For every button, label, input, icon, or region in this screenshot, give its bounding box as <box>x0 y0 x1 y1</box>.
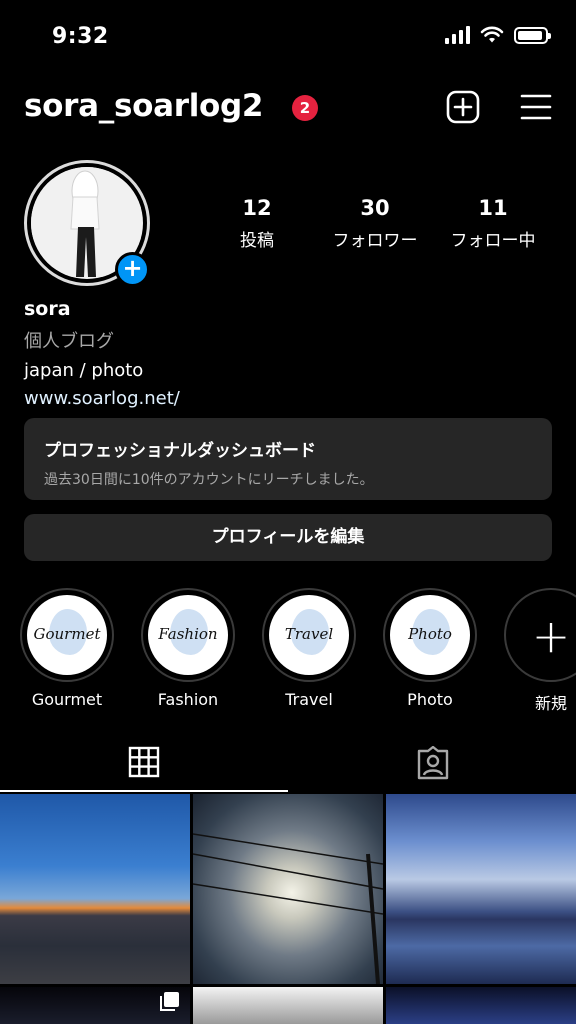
wifi-icon <box>480 26 504 43</box>
display-name: sora <box>24 298 71 320</box>
website-link[interactable]: www.soarlog.net/ <box>24 388 180 409</box>
highlight-cover: Photo <box>390 595 470 675</box>
post-thumbnail[interactable] <box>386 794 576 984</box>
highlight-fashion[interactable]: Fashion Fashion <box>141 588 235 709</box>
post-thumbnail[interactable] <box>0 794 190 984</box>
plus-icon: + <box>531 609 571 663</box>
highlight-cover: Travel <box>269 595 349 675</box>
profile-tabs <box>0 736 576 792</box>
battery-icon <box>514 26 551 44</box>
status-icons <box>445 26 551 44</box>
bio-text: japan / photo <box>24 360 144 381</box>
highlight-cover: Fashion <box>148 595 228 675</box>
profile-bio: sora 個人ブログ japan / photo www.soarlog.net… <box>24 298 180 409</box>
dashboard-title: プロフェッショナルダッシュボード <box>44 441 316 461</box>
profile-header: sora_soarlog2 2 <box>24 86 552 130</box>
cellular-signal-icon <box>445 26 470 44</box>
highlight-ring: Travel <box>262 588 356 682</box>
highlight-ring: Fashion <box>141 588 235 682</box>
hamburger-menu-icon[interactable] <box>520 92 552 122</box>
dashboard-subtitle: 過去30日間に10件のアカウントにリーチしました。 <box>44 472 374 488</box>
grid-icon <box>128 746 160 778</box>
highlight-cover: Gourmet <box>27 595 107 675</box>
stat-following[interactable]: 11 フォロー中 <box>433 196 553 251</box>
tab-tagged[interactable] <box>288 736 576 792</box>
status-bar: 9:32 <box>0 0 576 72</box>
edit-profile-button[interactable]: プロフィールを編集 <box>24 514 552 561</box>
highlight-gourmet[interactable]: Gourmet Gourmet <box>20 588 114 709</box>
highlight-ring: Photo <box>383 588 477 682</box>
stat-followers-count: 30 <box>360 196 390 220</box>
power-lines-image <box>193 833 383 984</box>
stat-followers[interactable]: 30 フォロワー <box>315 196 435 251</box>
new-highlight-ring: + <box>504 588 576 682</box>
highlight-label: Photo <box>407 690 453 709</box>
stat-posts[interactable]: 12 投稿 <box>197 196 317 251</box>
post-thumbnail[interactable] <box>0 987 190 1024</box>
username-title[interactable]: sora_soarlog2 <box>24 88 264 124</box>
stat-followers-label: フォロワー <box>332 231 418 251</box>
post-thumbnail[interactable] <box>386 987 576 1024</box>
highlight-label: 新規 <box>534 694 567 713</box>
status-time: 9:32 <box>52 24 109 49</box>
highlight-script-text: Photo <box>408 625 452 643</box>
stat-posts-count: 12 <box>242 196 272 220</box>
highlight-new[interactable]: + 新規 <box>504 588 576 714</box>
highlight-label: Travel <box>285 690 333 709</box>
highlight-travel[interactable]: Travel Travel <box>262 588 356 709</box>
stat-posts-label: 投稿 <box>240 231 274 251</box>
highlight-script-text: Fashion <box>158 625 218 643</box>
stat-following-count: 11 <box>478 196 508 220</box>
tab-posts-grid[interactable] <box>0 736 288 792</box>
highlight-script-text: Travel <box>284 625 334 643</box>
notification-badge[interactable]: 2 <box>292 95 318 121</box>
highlight-label: Fashion <box>157 690 219 709</box>
add-story-button[interactable]: + <box>115 252 150 287</box>
professional-dashboard-card[interactable]: プロフェッショナルダッシュボード 過去30日間に10件のアカウントにリーチしまし… <box>24 418 552 500</box>
carousel-icon <box>160 992 179 1011</box>
profile-category: 個人ブログ <box>24 331 114 352</box>
highlight-label: Gourmet <box>31 690 103 709</box>
highlight-script-text: Gourmet <box>33 625 101 643</box>
post-thumbnail[interactable] <box>193 794 383 984</box>
highlight-photo[interactable]: Photo Photo <box>383 588 477 709</box>
stat-following-label: フォロー中 <box>450 231 536 251</box>
post-thumbnail[interactable] <box>193 987 383 1024</box>
plus-square-icon[interactable] <box>446 90 480 124</box>
posts-grid <box>0 794 576 1024</box>
highlight-ring: Gourmet <box>20 588 114 682</box>
tagged-person-icon <box>417 746 449 780</box>
